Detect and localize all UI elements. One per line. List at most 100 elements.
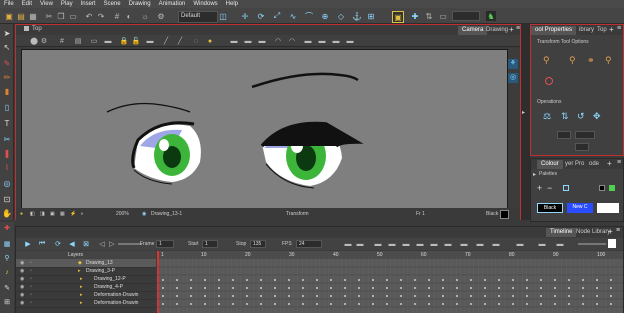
motion-icon[interactable]: ⚓ [352, 11, 362, 21]
keyframe-dot[interactable] [372, 279, 374, 281]
keyframe-dot[interactable] [204, 287, 206, 289]
keyframe-dot[interactable] [596, 279, 598, 281]
frame-cells[interactable] [157, 259, 623, 313]
lock-toggle-icon[interactable]: ▫ [30, 267, 32, 275]
peg-icon[interactable]: ⚲ [3, 254, 11, 262]
panel-scrollbar[interactable]: ▸ [521, 24, 530, 220]
zoom-slider-handle[interactable] [608, 239, 616, 248]
menu-item[interactable]: Drawing [125, 1, 155, 7]
transform-icon[interactable]: ◎ [2, 178, 12, 188]
keyframe-dot[interactable] [414, 287, 416, 289]
paint-tool-icon[interactable]: ⚲ [605, 55, 612, 66]
keyframe-dot[interactable] [190, 295, 192, 297]
keyframe-dot[interactable] [232, 303, 234, 305]
keyframe-dot[interactable] [162, 303, 164, 305]
keyframe-dot[interactable] [428, 279, 430, 281]
keyframe-dot[interactable] [344, 295, 346, 297]
visibility-toggle-icon[interactable]: ◉ [20, 299, 24, 307]
dropper-icon[interactable]: ⌇ [2, 162, 12, 172]
keyframe-dot[interactable] [582, 303, 584, 305]
reset-icon[interactable]: ↺ [577, 111, 585, 122]
palettes-collapse-icon[interactable]: ▸ [533, 171, 536, 178]
keyframe-dot[interactable] [512, 295, 514, 297]
keyframe-dot[interactable] [288, 303, 290, 305]
keyframe-dot[interactable] [302, 303, 304, 305]
workspace-preset-select[interactable]: Default [178, 11, 218, 23]
visibility-toggle-icon[interactable]: ◉ [20, 291, 24, 299]
timeline-tool-7-icon[interactable]: ▬ [430, 240, 438, 248]
status-icon-2[interactable]: ◧ [30, 211, 35, 217]
keyframe-dot[interactable] [582, 295, 584, 297]
menu-item[interactable]: Scene [100, 1, 125, 7]
lock-toggle-icon[interactable]: ▫ [30, 259, 32, 267]
collapse-arrow-icon[interactable]: ▸ [522, 109, 529, 116]
keyframe-dot[interactable] [470, 295, 472, 297]
keyframe-dot[interactable] [484, 303, 486, 305]
add-tab-icon[interactable]: + [509, 25, 514, 34]
keyframe-dot[interactable] [554, 303, 556, 305]
keyframe-dot[interactable] [484, 295, 486, 297]
outline-icon[interactable]: ▭ [90, 37, 98, 45]
lasso-icon[interactable] [545, 77, 553, 85]
keyframe-dot[interactable] [344, 287, 346, 289]
keyframe-dot[interactable] [512, 279, 514, 281]
keyframe-dot[interactable] [176, 279, 178, 281]
frame-ruler[interactable]: 1 10 20 30 40 50 60 70 80 90 100 [157, 251, 623, 259]
keyframe-dot[interactable] [204, 279, 206, 281]
play-icon[interactable]: ▶ [24, 240, 32, 248]
start-field[interactable]: 1 [202, 240, 218, 248]
panel-menu-icon[interactable]: ≡ [516, 25, 520, 32]
skew-icon[interactable]: ⌒ [304, 11, 314, 21]
keyframe-dot[interactable] [428, 303, 430, 305]
keyframe-dot[interactable] [484, 279, 486, 281]
keyframe-dot[interactable] [218, 279, 220, 281]
keyframe-dot[interactable] [596, 295, 598, 297]
keyframe-dot[interactable] [302, 287, 304, 289]
snap-tool-icon[interactable]: ⚭ [587, 55, 595, 66]
keyframe-dot[interactable] [400, 279, 402, 281]
camera-icon[interactable]: ✚ [410, 11, 420, 21]
flip-icon[interactable]: ⚖ [543, 111, 551, 122]
timeline-tool-9-icon[interactable]: ▬ [460, 240, 468, 248]
keyframe-dot[interactable] [386, 303, 388, 305]
keyframe-icon[interactable]: ◇ [336, 11, 346, 21]
keyframe-dot[interactable] [218, 295, 220, 297]
keyframe-dot[interactable] [316, 303, 318, 305]
add-tab-icon[interactable]: + [607, 159, 612, 168]
keyframe-dot[interactable] [610, 303, 612, 305]
remove-colour-icon[interactable]: − [547, 183, 552, 193]
keyframe-dot[interactable] [470, 279, 472, 281]
keyframe-dot[interactable] [204, 303, 206, 305]
timeline-tool-1-icon[interactable]: ▬ [344, 240, 352, 248]
first-frame-icon[interactable]: ⏮ [38, 240, 46, 248]
rectangle-icon[interactable]: ▯ [2, 102, 12, 112]
keyframe-dot[interactable] [162, 295, 164, 297]
view-option-4-icon[interactable]: ◠ [274, 37, 282, 45]
keyframe-dot[interactable] [246, 295, 248, 297]
layer-type-icon[interactable]: ▸ [80, 299, 83, 307]
snap-icon[interactable]: ⊞ [366, 11, 376, 21]
hand-icon[interactable]: ✋ [2, 208, 12, 218]
lock-toggle-icon[interactable]: ▫ [30, 275, 32, 283]
peg-selection-icon[interactable]: ⚲ [543, 55, 550, 66]
keyframe-dot[interactable] [456, 287, 458, 289]
keyframe-dot[interactable] [456, 295, 458, 297]
keyframe-dot[interactable] [400, 287, 402, 289]
next-frame-icon[interactable]: ▷ [108, 240, 116, 248]
keyframe-dot[interactable] [582, 279, 584, 281]
keyframe-dot[interactable] [176, 287, 178, 289]
sound-icon[interactable]: ♪ [3, 268, 11, 276]
view-option-2-icon[interactable]: ▬ [244, 37, 252, 45]
menu-item[interactable]: File [0, 1, 18, 7]
status-icon-3[interactable]: ◨ [40, 211, 45, 217]
keyframe-dot[interactable] [526, 279, 528, 281]
prev-frame-icon[interactable]: ◁ [98, 240, 106, 248]
timeline-tool-4-icon[interactable]: ▬ [388, 240, 396, 248]
keyframe-dot[interactable] [428, 295, 430, 297]
keyframe-dot[interactable] [316, 287, 318, 289]
line-icon[interactable]: ╱ [176, 37, 184, 45]
keyframe-dot[interactable] [484, 287, 486, 289]
value-field-3[interactable] [575, 143, 589, 151]
mute-icon[interactable]: ⊠ [82, 240, 90, 248]
keyframe-dot[interactable] [456, 279, 458, 281]
